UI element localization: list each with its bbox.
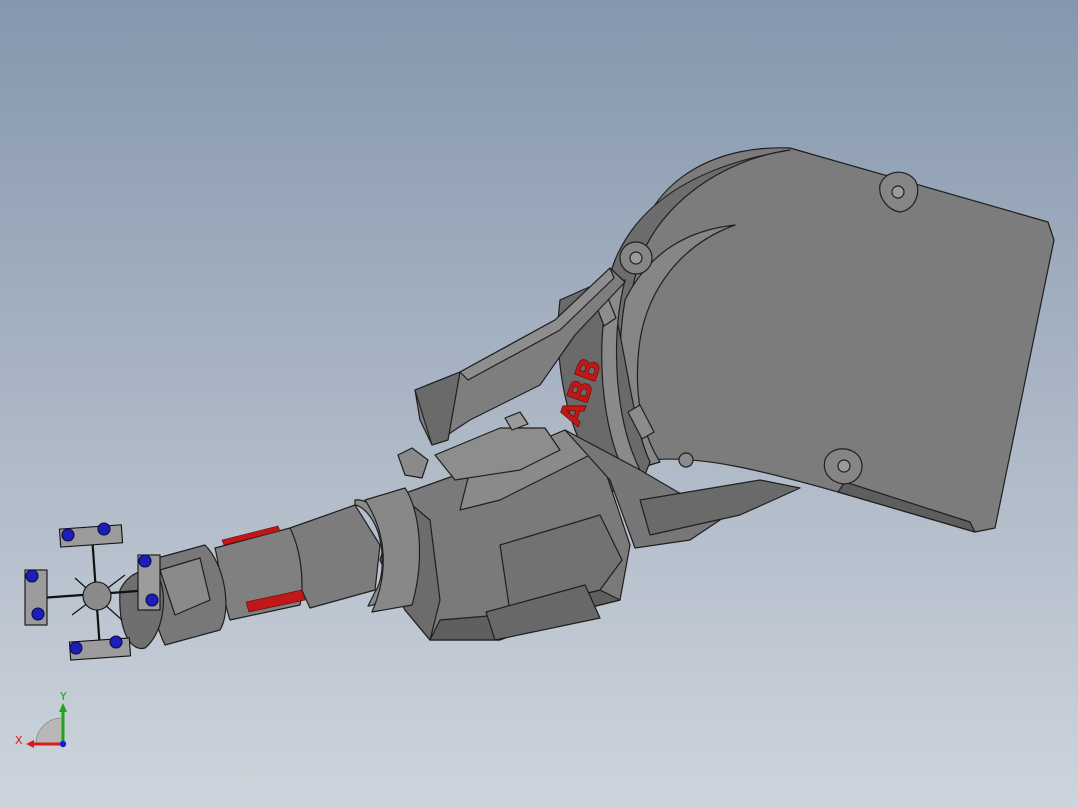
triad-x-label: X	[15, 734, 23, 747]
gripper-hub	[82, 581, 112, 611]
forearm-tube-body	[289, 504, 381, 609]
triad-y-label: Y	[59, 690, 67, 703]
model-viewport[interactable]: ABB Y X	[0, 0, 1078, 808]
elbow-top-tab	[504, 411, 529, 431]
wrist-assembly[interactable]	[119, 544, 227, 649]
elbow-knob	[397, 447, 429, 479]
triad-z-axis	[59, 740, 67, 748]
triad-x-arrow	[26, 740, 34, 748]
triad-y-arrow	[59, 703, 67, 712]
housing-screw	[678, 452, 694, 468]
forearm-tube[interactable]	[214, 487, 421, 621]
robot-arm-model[interactable]: ABB Y X	[0, 0, 1078, 808]
triad-arc	[35, 717, 63, 745]
housing-bolt-bottom	[823, 448, 863, 485]
lower-arm-link-side	[414, 371, 461, 446]
housing-bolt-left	[619, 241, 653, 275]
coordinate-triad: Y X	[15, 690, 67, 748]
